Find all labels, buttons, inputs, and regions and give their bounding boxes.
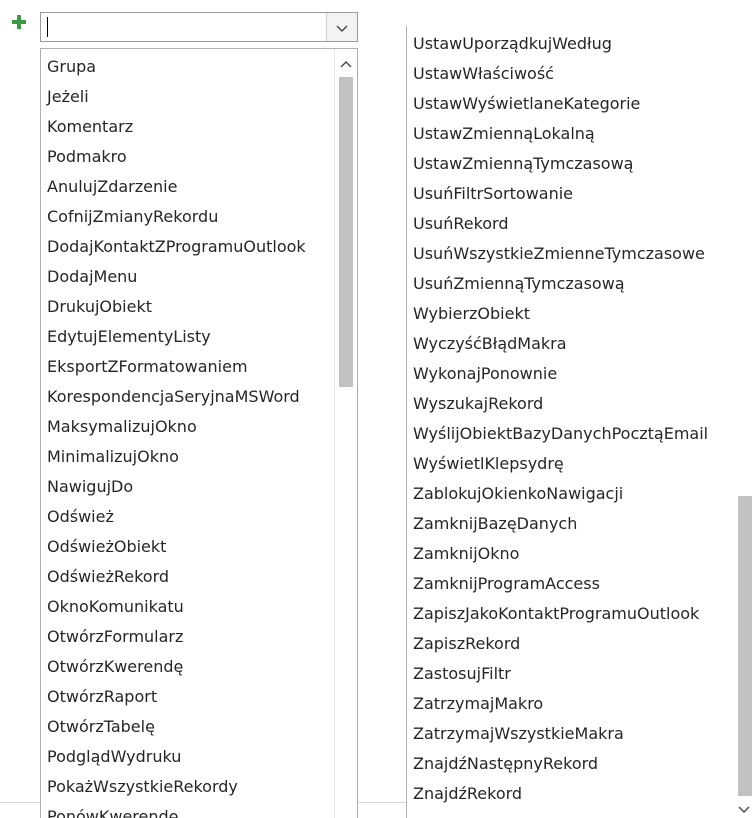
- text-caret: [47, 17, 48, 37]
- list-item[interactable]: ZnajdźRekord: [407, 779, 736, 809]
- add-action-button[interactable]: [12, 10, 28, 34]
- list-item[interactable]: AnulujZdarzenie: [41, 172, 335, 202]
- list-item[interactable]: Odśwież: [41, 502, 335, 532]
- action-dropdown-list[interactable]: Grupa Jeżeli Komentarz Podmakro AnulujZdarze…: [40, 48, 358, 818]
- catalog-items: UstawUporządkujWedług UstawWłaściwość Usta…: [407, 29, 736, 809]
- list-item[interactable]: KorespondencjaSeryjnaMSWord: [41, 382, 335, 412]
- action-combobox[interactable]: [40, 12, 358, 42]
- scroll-down-button[interactable]: [736, 800, 752, 816]
- dropdown-button[interactable]: [326, 13, 357, 41]
- list-item[interactable]: UsuńZmiennąTymczasową: [407, 269, 736, 299]
- list-item[interactable]: WyczyśćBłądMakra: [407, 329, 736, 359]
- list-item[interactable]: ZamknijProgramAccess: [407, 569, 736, 599]
- list-item[interactable]: OtwórzKwerendę: [41, 652, 335, 682]
- list-item[interactable]: OdświeżObiekt: [41, 532, 335, 562]
- list-item[interactable]: CofnijZmianyRekordu: [41, 202, 335, 232]
- list-item[interactable]: NawigujDo: [41, 472, 335, 502]
- list-item[interactable]: OdświeżRekord: [41, 562, 335, 592]
- dropdown-scrollbar[interactable]: [334, 49, 357, 818]
- scroll-up-button[interactable]: [335, 53, 357, 71]
- list-item[interactable]: ZapiszJakoKontaktProgramuOutlook: [407, 599, 736, 629]
- list-item[interactable]: ZablokujOkienkoNawigacji: [407, 479, 736, 509]
- list-item[interactable]: WykonajPonownie: [407, 359, 736, 389]
- list-item[interactable]: ZatrzymajWszystkieMakra: [407, 719, 736, 749]
- chevron-down-icon: [738, 799, 750, 818]
- catalog-scrollbar[interactable]: [736, 26, 752, 818]
- list-item[interactable]: WyszukajRekord: [407, 389, 736, 419]
- list-item[interactable]: UstawWyświetlaneKategorie: [407, 89, 736, 119]
- list-item[interactable]: ZamknijBazęDanych: [407, 509, 736, 539]
- list-item[interactable]: PokażWszystkieRekordy: [41, 772, 335, 802]
- divider: [0, 802, 40, 803]
- list-item[interactable]: WyświetlKlepsydrę: [407, 449, 736, 479]
- list-item[interactable]: UsuńRekord: [407, 209, 736, 239]
- actions-catalog-list[interactable]: UstawUporządkujWedług UstawWłaściwość Usta…: [406, 26, 752, 818]
- chevron-up-icon: [340, 53, 352, 72]
- list-item[interactable]: UstawZmiennąTymczasową: [407, 149, 736, 179]
- list-item[interactable]: ZnajdźNastępnyRekord: [407, 749, 736, 779]
- dropdown-items: Grupa Jeżeli Komentarz Podmakro AnulujZdarze…: [41, 52, 335, 818]
- plus-icon: [12, 10, 26, 34]
- list-item[interactable]: EdytujElementyListy: [41, 322, 335, 352]
- list-item[interactable]: OknoKomunikatu: [41, 592, 335, 622]
- list-item[interactable]: Komentarz: [41, 112, 335, 142]
- list-item[interactable]: DodajKontaktZProgramuOutlook: [41, 232, 335, 262]
- list-item[interactable]: PonówKwerendę: [41, 802, 335, 818]
- scrollbar-thumb[interactable]: [339, 77, 353, 387]
- list-item[interactable]: ZastosujFiltr: [407, 659, 736, 689]
- list-item[interactable]: UstawUporządkujWedług: [407, 29, 736, 59]
- list-item[interactable]: DodajMenu: [41, 262, 335, 292]
- list-item[interactable]: Grupa: [41, 52, 335, 82]
- divider: [358, 802, 406, 803]
- list-item[interactable]: Jeżeli: [41, 82, 335, 112]
- list-item[interactable]: MinimalizujOkno: [41, 442, 335, 472]
- list-item[interactable]: UsuńWszystkieZmienneTymczasowe: [407, 239, 736, 269]
- chevron-down-icon: [336, 18, 348, 37]
- list-item[interactable]: Podmakro: [41, 142, 335, 172]
- list-item[interactable]: UstawWłaściwość: [407, 59, 736, 89]
- list-item[interactable]: WybierzObiekt: [407, 299, 736, 329]
- list-item[interactable]: ZamknijOkno: [407, 539, 736, 569]
- list-item[interactable]: ZapiszRekord: [407, 629, 736, 659]
- list-item[interactable]: PodglądWydruku: [41, 742, 335, 772]
- list-item[interactable]: ZatrzymajMakro: [407, 689, 736, 719]
- list-item[interactable]: EksportZFormatowaniem: [41, 352, 335, 382]
- list-item[interactable]: UsuńFiltrSortowanie: [407, 179, 736, 209]
- list-item[interactable]: DrukujObiekt: [41, 292, 335, 322]
- list-item[interactable]: WyślijObiektBazyDanychPocztąEmail: [407, 419, 736, 449]
- list-item[interactable]: OtwórzRaport: [41, 682, 335, 712]
- list-item[interactable]: MaksymalizujOkno: [41, 412, 335, 442]
- list-item[interactable]: UstawZmiennąLokalną: [407, 119, 736, 149]
- scrollbar-thumb[interactable]: [738, 496, 752, 796]
- list-item[interactable]: OtwórzFormularz: [41, 622, 335, 652]
- list-item[interactable]: OtwórzTabelę: [41, 712, 335, 742]
